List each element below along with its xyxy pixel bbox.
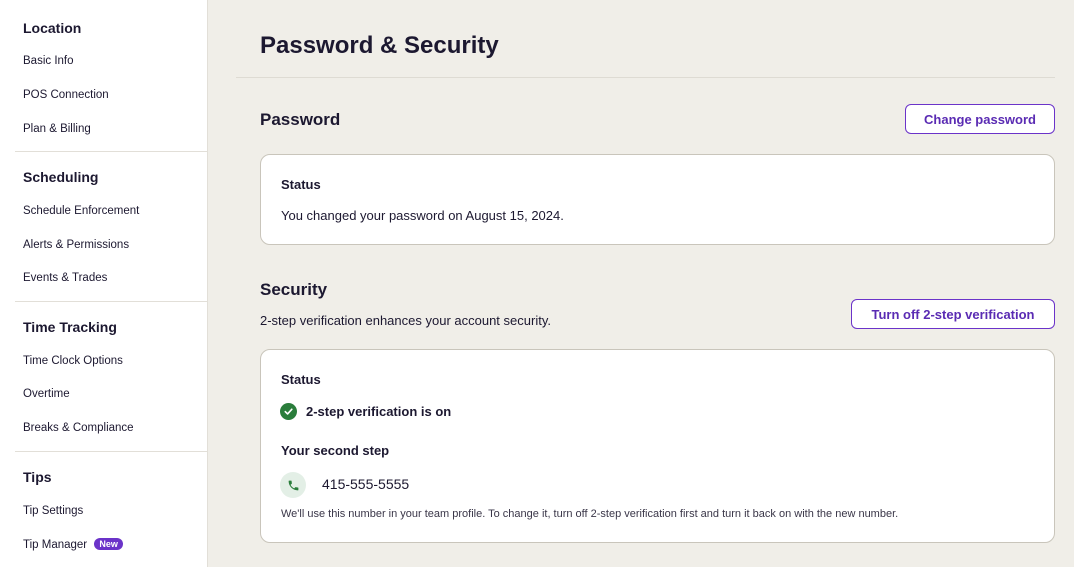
sidebar-item-events-trades[interactable]: Events & Trades — [23, 272, 107, 284]
sidebar-section-scheduling: Scheduling — [23, 169, 99, 185]
phone-number: 415-555-5555 — [322, 476, 410, 492]
password-status-label: Status — [281, 177, 321, 192]
sidebar-divider — [15, 151, 208, 152]
security-heading: Security — [260, 280, 328, 299]
sidebar-item-alerts-permissions[interactable]: Alerts & Permissions — [23, 239, 129, 251]
sidebar-item-breaks-compliance[interactable]: Breaks & Compliance — [23, 422, 134, 434]
password-status-text: You changed your password on August 15, … — [281, 208, 564, 223]
password-status-card: Status You changed your password on Augu… — [260, 154, 1055, 245]
sidebar-section-time-tracking: Time Tracking — [23, 319, 117, 335]
sidebar-section-tips: Tips — [23, 469, 52, 485]
password-heading: Password — [260, 110, 341, 129]
check-circle-icon — [280, 403, 297, 420]
two-step-status-text: 2-step verification is on — [306, 404, 452, 419]
second-step-label: Your second step — [281, 443, 390, 458]
title-divider — [236, 77, 1055, 78]
sidebar-item-plan-billing[interactable]: Plan & Billing — [23, 123, 91, 135]
phone-note: We'll use this number in your team profi… — [281, 508, 899, 520]
sidebar-item-schedule-enforcement[interactable]: Schedule Enforcement — [23, 205, 139, 217]
sidebar-divider — [15, 451, 208, 452]
sidebar-section-location: Location — [23, 20, 82, 36]
sidebar-item-tip-manager[interactable]: Tip Manager New — [23, 538, 123, 551]
settings-sidebar: Location Basic Info POS Connection Plan … — [0, 0, 208, 567]
security-status-card: Status 2-step verification is on Your se… — [260, 349, 1055, 543]
sidebar-item-label: Tip Manager — [23, 539, 88, 551]
sidebar-item-basic-info[interactable]: Basic Info — [23, 55, 74, 67]
phone-icon — [280, 472, 306, 498]
new-badge: New — [94, 538, 123, 550]
turn-off-2sv-button[interactable]: Turn off 2-step verification — [851, 299, 1055, 329]
sidebar-item-time-clock-options[interactable]: Time Clock Options — [23, 355, 123, 367]
sidebar-divider — [15, 301, 208, 302]
security-status-label: Status — [281, 372, 321, 387]
sidebar-item-pos-connection[interactable]: POS Connection — [23, 89, 109, 101]
change-password-button[interactable]: Change password — [905, 104, 1055, 134]
sidebar-item-overtime[interactable]: Overtime — [23, 388, 70, 400]
page-title: Password & Security — [260, 32, 499, 59]
security-description: 2-step verification enhances your accoun… — [260, 313, 551, 328]
sidebar-item-tip-settings[interactable]: Tip Settings — [23, 505, 83, 517]
